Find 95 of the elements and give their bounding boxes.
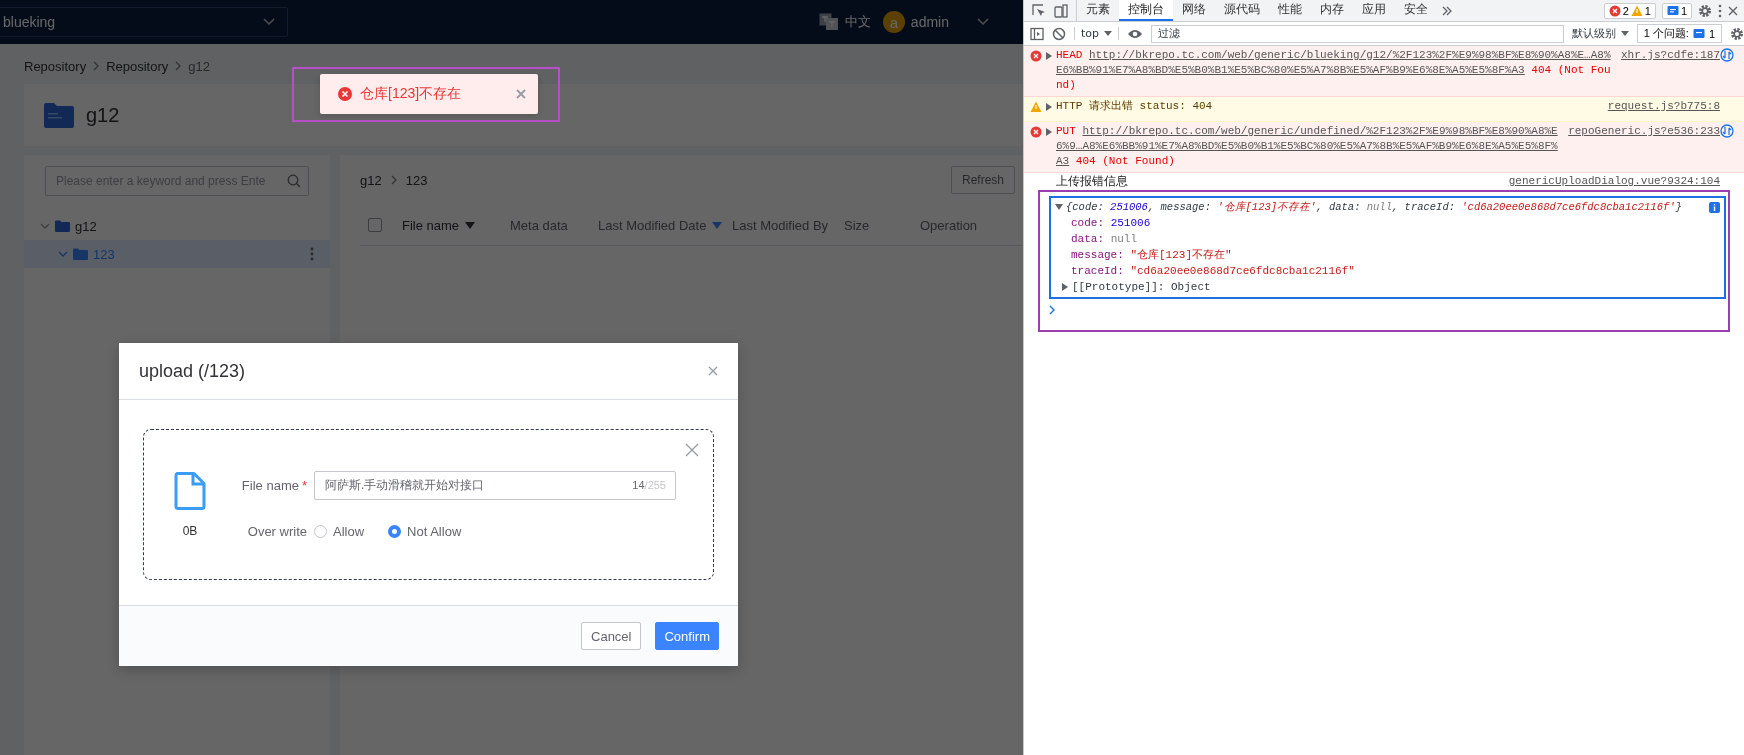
field-label: File name * — [240, 477, 308, 493]
console-message: HTTP 请求出错 status: 404 — [1056, 99, 1214, 114]
folder-icon — [73, 248, 88, 260]
source-link[interactable]: genericUploadDialog.vue?9324:104 — [1508, 174, 1720, 189]
message-counter-button[interactable]: 1 — [1661, 2, 1692, 19]
log-level-select[interactable]: 默认级别 — [1571, 26, 1629, 41]
devtools-tab[interactable]: 安全 — [1395, 0, 1437, 21]
console-message: PUT http://bkrepo.tc.com/web/generic/undefined/%2F123%2F%E9%98%BF%E8%90%A8%E6%9…A8%E6%BB%91%E7%A8%BD%E5%B0%B1%E5%BC%80%E5%A7%8B%E5%AF%B9%E6%8E%A5%E5%8F%A3 404 (Not Found) — [1056, 124, 1559, 169]
radio-button[interactable] — [388, 524, 402, 538]
confirm-button[interactable]: Confirm — [655, 622, 719, 650]
column-header: Operation — [920, 217, 978, 233]
property-key: code: — [1071, 217, 1104, 229]
error-icon — [338, 87, 352, 101]
more-options-icon[interactable] — [1718, 3, 1722, 18]
radio-label[interactable]: Not Allow — [407, 523, 462, 539]
console-message: 上传报错信息 — [1056, 174, 1129, 189]
devtools-tab[interactable]: 源代码 — [1215, 0, 1269, 21]
dropdown-arrow-icon — [1104, 31, 1113, 36]
warning-icon — [1630, 4, 1643, 17]
remove-file-icon[interactable] — [685, 443, 699, 457]
property-value: "仓库[123]不存在" — [1130, 249, 1232, 261]
chevron-down-icon — [263, 18, 275, 26]
file-size: 0B — [182, 523, 198, 538]
expand-arrow-icon[interactable] — [1046, 52, 1052, 60]
inspect-element-icon[interactable] — [1032, 3, 1046, 18]
settings-icon[interactable] — [1698, 3, 1712, 18]
expand-arrow-icon[interactable] — [1046, 128, 1052, 136]
sidebar-icon[interactable] — [1030, 26, 1044, 41]
devtools-tab[interactable]: 内存 — [1311, 0, 1353, 21]
device-icon[interactable] — [1054, 3, 1068, 18]
network-request-icon[interactable] — [1720, 124, 1734, 138]
issue-counter-button[interactable]: 2 1 — [1603, 2, 1656, 19]
message-icon — [1692, 27, 1705, 40]
source-link[interactable]: repoGeneric.js?e536:233 — [1568, 124, 1720, 139]
devtools-tab[interactable]: 性能 — [1269, 0, 1311, 21]
user-avatar: a — [882, 11, 905, 33]
warning-icon — [1030, 101, 1042, 113]
chevron-right-icon — [174, 61, 183, 71]
close-icon[interactable] — [708, 366, 718, 376]
settings-icon[interactable] — [1730, 26, 1744, 41]
chevron-right-icon — [389, 175, 398, 185]
prototype-entry[interactable]: [[Prototype]]: Object — [1072, 279, 1211, 295]
property-value: "cd6a20ee0e868d7ce6fdc8cba1c2116f" — [1130, 265, 1355, 277]
source-link[interactable]: xhr.js?cdfe:187 — [1620, 48, 1720, 63]
user-name: admin — [910, 14, 949, 30]
dialog-title: upload (/123) — [139, 360, 247, 382]
filter-field[interactable]: 过滤 — [1151, 24, 1564, 43]
expand-arrow-icon[interactable] — [1046, 103, 1052, 111]
expand-arrow-icon[interactable] — [1062, 283, 1068, 291]
collapse-arrow-icon[interactable] — [1055, 203, 1063, 211]
character-count: 14/255 — [632, 478, 666, 491]
context-select[interactable]: top — [1074, 27, 1120, 40]
file-icon — [174, 471, 206, 510]
column-header: Size — [844, 217, 870, 233]
info-icon — [1709, 201, 1720, 213]
devtools-tab[interactable]: 控制台 — [1119, 0, 1173, 21]
network-request-icon[interactable] — [1720, 48, 1734, 62]
issues-button[interactable]: 1 个问题: 1 — [1636, 24, 1722, 43]
source-link[interactable]: request.js?b775:8 — [1607, 99, 1720, 114]
devtools-tab[interactable]: 应用 — [1353, 0, 1395, 21]
error-icon — [1608, 4, 1621, 17]
folder-icon — [55, 220, 70, 232]
search-icon — [287, 174, 301, 188]
dropdown-arrow-icon — [1620, 31, 1629, 36]
clear-console-icon[interactable] — [1052, 26, 1066, 41]
select-all-checkbox[interactable] — [368, 218, 382, 232]
column-header: Last Modified By — [732, 217, 829, 233]
property-value: null — [1110, 233, 1138, 245]
devtools-tab[interactable]: 元素 — [1077, 0, 1119, 21]
object-preview[interactable]: {code: 251006, message: '仓库[123]不存在', data: null, traceId: 'cd6a20ee0e868d7ce6fdc8cba1c2116f'} — [1066, 199, 1682, 215]
error-icon — [1030, 126, 1042, 138]
radio-label[interactable]: Allow — [333, 523, 365, 539]
more-tabs-icon[interactable] — [1441, 4, 1453, 17]
toast-message: 仓库[123]不存在 — [360, 85, 463, 103]
column-header: Meta data — [510, 217, 568, 233]
cancel-button[interactable]: Cancel — [581, 622, 642, 650]
field-label: Over write — [246, 523, 308, 539]
language-label: 中文 — [844, 13, 871, 31]
translate-icon — [818, 13, 839, 31]
property-key: message: — [1071, 249, 1124, 261]
property-key: data: — [1071, 233, 1104, 245]
prompt-icon — [1049, 305, 1056, 315]
folder-icon — [44, 102, 74, 128]
eye-icon[interactable] — [1127, 27, 1144, 40]
sort-descending-icon[interactable] — [465, 221, 476, 229]
property-key: traceId: — [1071, 265, 1124, 277]
devtools-tab[interactable]: 网络 — [1173, 0, 1215, 21]
chevron-right-icon — [92, 61, 101, 71]
error-icon — [1030, 50, 1042, 62]
console-message: HEAD http://bkrepo.tc.com/web/generic/blueking/g12/%2F123%2F%E9%98%BF%E8%90%A8%E…A8%E6%BB%91%E7%A8%BD%E5%B0%B1%E5%BC%80%E5%A7%8B%E5%AF%B9%E6%8E%A5%E5%8F%A3 404 (Not Found) — [1056, 48, 1612, 93]
property-value: 251006 — [1110, 217, 1151, 229]
radio-button[interactable] — [314, 524, 327, 538]
message-icon — [1666, 4, 1679, 17]
close-icon[interactable] — [1728, 5, 1738, 16]
repo-title: g12 — [86, 103, 120, 127]
